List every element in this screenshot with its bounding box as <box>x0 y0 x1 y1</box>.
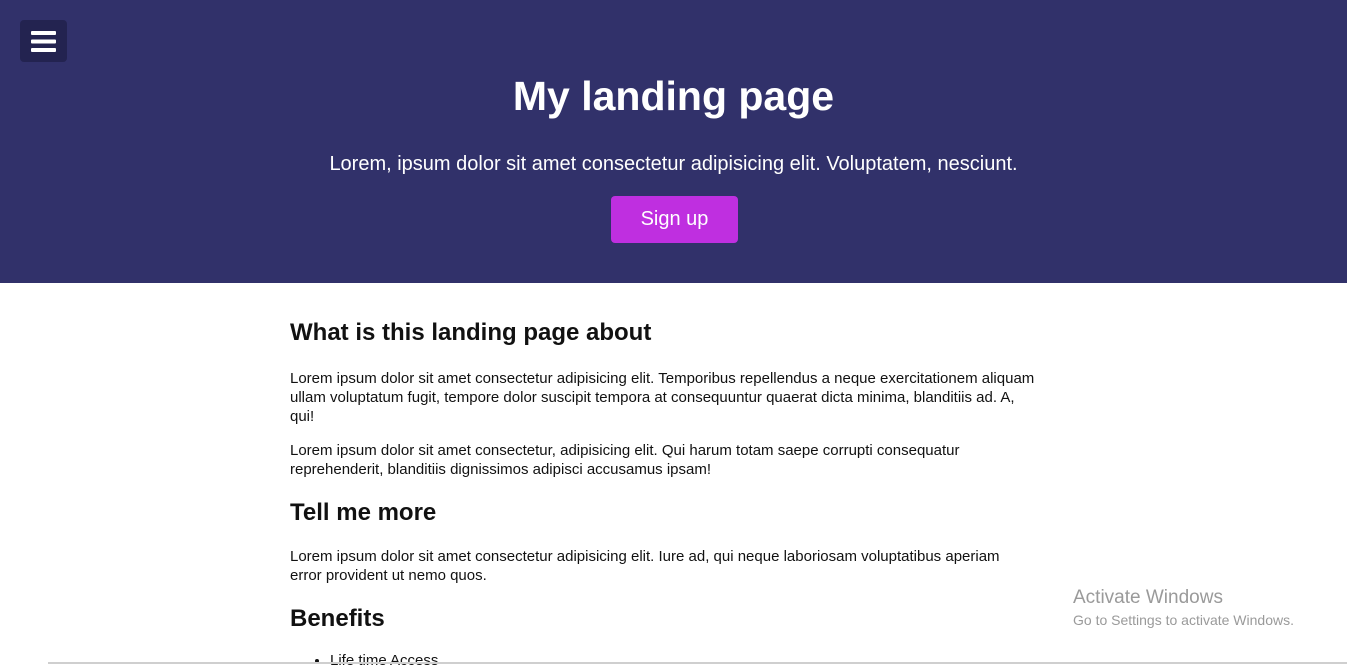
hamburger-menu-icon <box>31 30 56 52</box>
benefits-heading: Benefits <box>290 605 385 632</box>
list-item: Life time Access <box>330 651 438 670</box>
signup-button[interactable]: Sign up <box>611 196 738 243</box>
about-heading: What is this landing page about <box>290 319 652 346</box>
page-title: My landing page <box>512 73 835 119</box>
benefits-list: Life time Access <box>290 651 438 670</box>
hero-subtitle: Lorem, ipsum dolor sit amet consectetur … <box>329 153 1018 175</box>
tell-more-heading: Tell me more <box>290 499 437 526</box>
activate-windows-watermark: Activate Windows Go to Settings to activ… <box>1073 586 1294 629</box>
watermark-subtitle: Go to Settings to activate Windows. <box>1073 612 1294 628</box>
about-paragraph-1: Lorem ipsum dolor sit amet consectetur a… <box>290 370 1035 425</box>
tell-more-paragraph: Lorem ipsum dolor sit amet consectetur a… <box>290 548 1000 584</box>
about-paragraph-2: Lorem ipsum dolor sit amet consectetur, … <box>290 442 960 478</box>
watermark-title: Activate Windows <box>1073 587 1223 608</box>
hero-banner: My landing page Lorem, ipsum dolor sit a… <box>0 0 1347 283</box>
menu-button[interactable] <box>20 20 67 62</box>
